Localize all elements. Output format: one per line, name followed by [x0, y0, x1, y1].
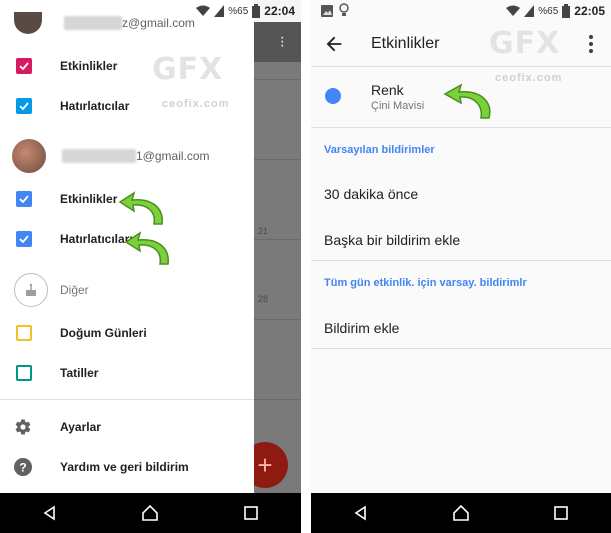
status-bar: %65 22:05: [311, 0, 611, 22]
checkbox-checked-icon[interactable]: [16, 58, 32, 74]
section-header: Tüm gün etkinlik. için varsay. bildiriml…: [324, 277, 527, 289]
navigation-drawer: z@gmail.com Etkinlikler Hatırlatıcılar 1…: [0, 0, 254, 493]
page-title: Etkinlikler: [371, 35, 440, 52]
checkbox-checked-icon[interactable]: [16, 191, 32, 207]
setting-value: Çini Mavisi: [371, 100, 425, 112]
calendar-item-label: Hatırlatıcıları: [60, 232, 133, 246]
battery-percentage: %65: [538, 5, 559, 17]
checkbox-unchecked-icon[interactable]: [16, 365, 32, 381]
calendar-day-number: 21: [258, 226, 269, 236]
calendar-day-number: 28: [258, 294, 269, 304]
arrow-annotation-icon: [118, 191, 163, 225]
arrow-annotation-icon: [443, 83, 491, 119]
arrow-annotation-icon: [124, 231, 169, 265]
app-bar: Etkinlikler: [311, 22, 611, 66]
clock: 22:04: [264, 4, 295, 18]
account-email: 1@gmail.com: [136, 149, 210, 163]
recents-nav-icon[interactable]: [231, 493, 271, 533]
calendar-item-label: Tatiller: [60, 366, 99, 380]
section-label: Diğer: [60, 283, 89, 297]
image-notification-icon: [321, 5, 333, 17]
recents-nav-icon[interactable]: [541, 493, 581, 533]
setting-title: Renk: [371, 82, 404, 98]
wifi-icon: [196, 5, 211, 16]
avatar: [12, 139, 46, 173]
right-phone-screen: %65 22:05 Etkinlikler Renk Çini Mavisi V…: [311, 0, 611, 533]
status-bar: %65 22:04: [0, 0, 301, 22]
checkbox-checked-icon[interactable]: [16, 231, 32, 247]
gear-icon: [14, 418, 32, 441]
checkbox-checked-icon[interactable]: [16, 98, 32, 114]
calendar-item-holidays[interactable]: Tatiller: [0, 353, 254, 393]
help-feedback-item[interactable]: ? Yardım ve geri bildirim: [0, 447, 254, 487]
color-swatch-icon: [325, 88, 341, 104]
calendar-item-label: Doğum Günleri: [60, 326, 147, 340]
calendar-item-label: Hatırlatıcılar: [60, 99, 130, 113]
checkbox-unchecked-icon[interactable]: [16, 325, 32, 341]
battery-icon: [562, 4, 571, 18]
section-header: Varsayılan bildirimler: [324, 144, 435, 156]
wifi-icon: [506, 5, 521, 16]
overflow-menu-icon[interactable]: [581, 32, 601, 56]
svg-text:?: ?: [19, 461, 26, 475]
battery-percentage: %65: [228, 5, 249, 17]
help-icon: ?: [14, 458, 32, 481]
signal-icon: [524, 5, 535, 17]
signal-icon: [214, 5, 225, 17]
divider: [311, 260, 611, 261]
divider: [311, 127, 611, 128]
calendar-item-birthdays[interactable]: Doğum Günleri: [0, 313, 254, 353]
calendar-item-label: Etkinlikler: [60, 59, 118, 73]
divider: [311, 348, 611, 349]
back-nav-icon[interactable]: [30, 493, 70, 533]
home-nav-icon[interactable]: [441, 493, 481, 533]
battery-icon: [252, 4, 261, 18]
settings-label: Ayarlar: [60, 420, 101, 434]
divider: [0, 399, 254, 400]
left-phone-screen: · · · 21 28 + z@gmail.com Etkinlikler Hatı…: [0, 0, 301, 533]
watermark-site: ceofix.com: [495, 72, 563, 84]
calendar-item-label: Etkinlikler: [60, 192, 118, 206]
notification-item[interactable]: 30 dakika önce: [324, 186, 418, 202]
watermark-site: ceofix.com: [162, 98, 230, 110]
account-header[interactable]: 1@gmail.com: [12, 139, 210, 173]
settings-item[interactable]: Ayarlar: [0, 407, 254, 447]
back-arrow-icon[interactable]: [323, 33, 345, 55]
watermark-logo: GFX: [152, 52, 224, 87]
watermark-logo: GFX: [489, 26, 561, 61]
other-section-header: Diğer: [0, 270, 254, 310]
back-nav-icon[interactable]: [341, 493, 381, 533]
system-nav-bar: [0, 493, 301, 533]
add-notification-item[interactable]: Başka bir bildirim ekle: [324, 232, 460, 248]
system-nav-bar: [311, 493, 611, 533]
lightbulb-icon: [339, 3, 349, 16]
overflow-menu-icon: · · ·: [279, 29, 285, 54]
birthday-cake-icon: [14, 273, 48, 307]
clock: 22:05: [574, 4, 605, 18]
help-label: Yardım ve geri bildirim: [60, 460, 189, 474]
add-notification-item[interactable]: Bildirim ekle: [324, 320, 399, 336]
home-nav-icon[interactable]: [130, 493, 170, 533]
